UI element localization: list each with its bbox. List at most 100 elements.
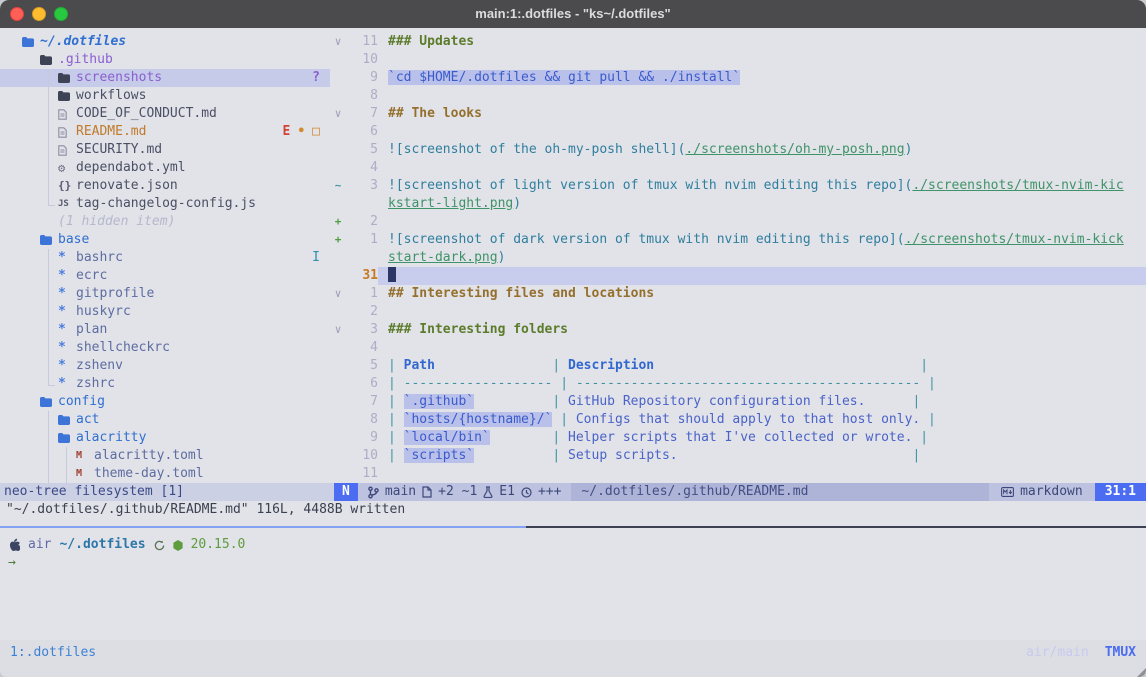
tree-item-plan[interactable]: *plan: [0, 321, 330, 339]
indent: [22, 123, 40, 141]
line-text: [378, 159, 1146, 177]
syntax-desc: Setup scripts.: [568, 448, 678, 463]
tree-item--1-hidden-item-[interactable]: (1 hidden item): [0, 213, 330, 231]
indent: [22, 159, 40, 177]
tree-item--dotfiles[interactable]: ~/.dotfiles: [0, 33, 330, 51]
neo-tree-sidebar[interactable]: ~/.dotfiles.githubscreenshots?workflowsC…: [0, 28, 330, 483]
tree-item-huskyrc[interactable]: *huskyrc: [0, 303, 330, 321]
syntax-h2: ## The looks: [388, 106, 482, 121]
editor-line[interactable]: +2: [330, 213, 1146, 231]
editor-line[interactable]: 2: [330, 303, 1146, 321]
editor-line[interactable]: 8| `hosts/{hostname}/` | Configs that sh…: [330, 411, 1146, 429]
syntax-h3: ### Interesting folders: [388, 322, 568, 337]
resize-grip[interactable]: [1137, 668, 1146, 677]
sign-column: [330, 249, 346, 267]
indent: [4, 285, 22, 303]
filetype-segment: markdown: [989, 483, 1095, 501]
shell-pane[interactable]: air ~/.dotfiles 20.15.0 →: [0, 528, 1146, 640]
editor-line[interactable]: 9| `local/bin` | Helper scripts that I'v…: [330, 429, 1146, 447]
folder-icon: [58, 415, 76, 425]
line-text: ## The looks: [378, 105, 1146, 123]
line-text: [378, 465, 1146, 483]
tree-item-base[interactable]: base: [0, 231, 330, 249]
fold-chevron-icon[interactable]: ∨: [330, 321, 346, 339]
syntax-pipe: |: [920, 376, 936, 391]
indent: [4, 195, 22, 213]
indent-guide: [40, 303, 58, 321]
indent: [4, 177, 22, 195]
tree-item-readme-md[interactable]: README.mdE•□: [0, 123, 330, 141]
tree-item-zshenv[interactable]: *zshenv: [0, 357, 330, 375]
indent-guide: [40, 429, 58, 447]
editor-line[interactable]: ∨11### Updates: [330, 33, 1146, 51]
line-text: | `scripts` | Setup scripts. |: [378, 447, 1146, 465]
tree-item-gitprofile[interactable]: *gitprofile: [0, 285, 330, 303]
indent: [4, 303, 22, 321]
tree-item-renovate-json[interactable]: {}renovate.json: [0, 177, 330, 195]
editor-line[interactable]: start-dark.png): [330, 249, 1146, 267]
indent: [4, 213, 22, 231]
tree-item-label: zshrc: [76, 375, 115, 393]
tree-item-security-md[interactable]: SECURITY.md: [0, 141, 330, 159]
tree-item-dependabot-yml[interactable]: ⚙dependabot.yml: [0, 159, 330, 177]
clock-icon: [521, 487, 532, 498]
syntax-link: ./screenshots/oh-my-posh.png: [685, 142, 904, 157]
editor-line[interactable]: ~3![screenshot of light version of tmux …: [330, 177, 1146, 195]
editor-line[interactable]: 4: [330, 159, 1146, 177]
prompt-char[interactable]: →: [8, 554, 1146, 572]
tree-item-tag-changelog-config-js[interactable]: JStag-changelog-config.js: [0, 195, 330, 213]
folder-icon: [58, 73, 76, 83]
tmux-window-tab[interactable]: 1:.dotfiles: [10, 644, 96, 662]
editor-line[interactable]: 31: [330, 267, 1146, 285]
tree-item-theme-day-toml[interactable]: Mtheme-day.toml: [0, 465, 330, 483]
editor-line[interactable]: 5| Path | Description |: [330, 357, 1146, 375]
line-text: | ------------------- | ----------------…: [378, 375, 1146, 393]
indent: [22, 69, 40, 87]
editor-line[interactable]: 9`cd $HOME/.dotfiles && git pull && ./in…: [330, 69, 1146, 87]
tree-item-config[interactable]: config: [0, 393, 330, 411]
status-badge: I: [312, 249, 320, 267]
tree-item-screenshots[interactable]: screenshots?: [0, 69, 330, 87]
editor-line[interactable]: 5![screenshot of the oh-my-posh shell](.…: [330, 141, 1146, 159]
editor-line[interactable]: kstart-light.png): [330, 195, 1146, 213]
tree-item-code-of-conduct-md[interactable]: CODE_OF_CONDUCT.md: [0, 105, 330, 123]
tree-item-zshrc[interactable]: *zshrc: [0, 375, 330, 393]
fold-chevron-icon[interactable]: ∨: [330, 33, 346, 51]
editor-line[interactable]: 7| `.github` | GitHub Repository configu…: [330, 393, 1146, 411]
tree-item-alacritty[interactable]: alacritty: [0, 429, 330, 447]
indent: [22, 357, 40, 375]
editor-line[interactable]: +1![screenshot of dark version of tmux w…: [330, 231, 1146, 249]
fold-chevron-icon[interactable]: ∨: [330, 285, 346, 303]
syntax-pln: [678, 448, 913, 463]
cursor-block: [388, 267, 396, 282]
git-branch-icon: [368, 486, 379, 499]
indent: [22, 213, 40, 231]
editor-line[interactable]: 6| ------------------- | ---------------…: [330, 375, 1146, 393]
editor-line[interactable]: 8: [330, 87, 1146, 105]
tree-item-alacritty-toml[interactable]: Malacritty.toml: [0, 447, 330, 465]
tree-item-shellcheckrc[interactable]: *shellcheckrc: [0, 339, 330, 357]
line-number: 1: [346, 231, 378, 249]
editor-line[interactable]: 4: [330, 339, 1146, 357]
syntax-code: `scripts`: [404, 448, 474, 463]
tree-item--github[interactable]: .github: [0, 51, 330, 69]
editor-line[interactable]: ∨1## Interesting files and locations: [330, 285, 1146, 303]
editor-line[interactable]: 10| `scripts` | Setup scripts. |: [330, 447, 1146, 465]
tree-item-workflows[interactable]: workflows: [0, 87, 330, 105]
editor-line[interactable]: ∨3### Interesting folders: [330, 321, 1146, 339]
editor-buffer[interactable]: ∨11### Updates109`cd $HOME/.dotfiles && …: [330, 28, 1146, 483]
fold-chevron-icon[interactable]: ∨: [330, 105, 346, 123]
indent: [22, 411, 40, 429]
titlebar[interactable]: main:1:.dotfiles - "ks~/.dotfiles": [0, 0, 1146, 28]
line-number: 31: [346, 267, 378, 285]
editor-line[interactable]: 11: [330, 465, 1146, 483]
tmux-mode-label: TMUX: [1105, 644, 1136, 662]
tree-item-bashrc[interactable]: *bashrcI: [0, 249, 330, 267]
line-text: [378, 87, 1146, 105]
editor-line[interactable]: ∨7## The looks: [330, 105, 1146, 123]
syntax-pipe: |: [552, 358, 568, 373]
editor-line[interactable]: 10: [330, 51, 1146, 69]
tree-item-act[interactable]: act: [0, 411, 330, 429]
tree-item-ecrc[interactable]: *ecrc: [0, 267, 330, 285]
editor-line[interactable]: 6: [330, 123, 1146, 141]
